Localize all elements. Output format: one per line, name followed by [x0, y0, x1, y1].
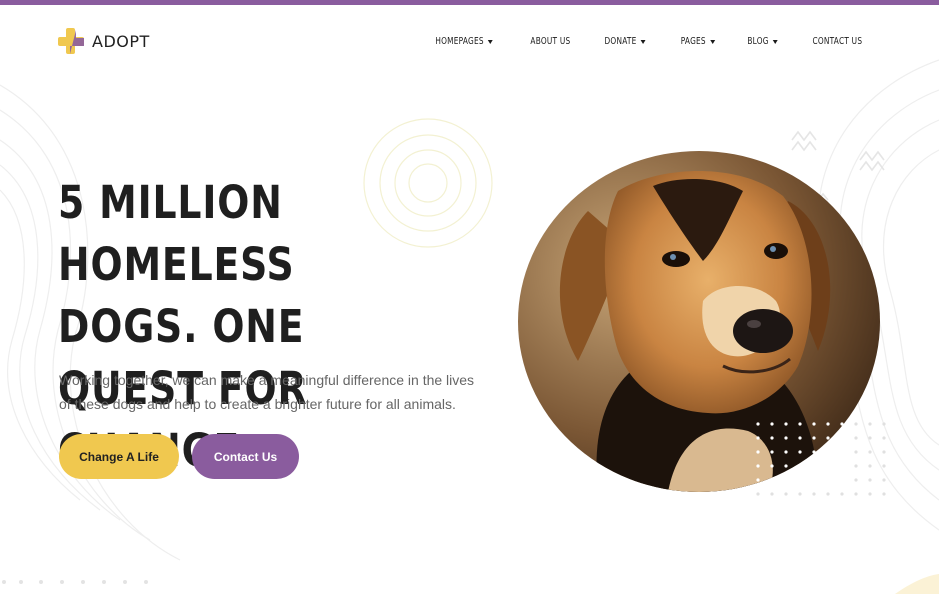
chevron-down-icon: [709, 39, 715, 44]
grid-dot: [756, 492, 760, 496]
hero-subtitle: Working together, we can make a meaningf…: [59, 372, 475, 412]
grid-dot: [854, 478, 858, 482]
grid-dot: [770, 492, 774, 496]
decorative-dot-grid: [756, 422, 886, 496]
grid-dot: [826, 436, 830, 440]
nav-item-about-us[interactable]: ABOUT US: [530, 36, 570, 47]
hero-title-line-1: 5 MILLION HOMELESS: [58, 176, 295, 291]
grid-dot: [784, 422, 788, 426]
grid-dot: [882, 478, 886, 482]
grid-dot: [882, 422, 886, 426]
grid-dot: [882, 492, 886, 496]
grid-dot: [826, 492, 830, 496]
grid-dot: [840, 478, 844, 482]
grid-dot: [756, 422, 760, 426]
chevron-down-icon: [488, 39, 494, 44]
nav-item-contact-us[interactable]: CONTACT US: [813, 36, 863, 47]
grid-dot: [868, 436, 872, 440]
grid-dot: [882, 464, 886, 468]
grid-dot: [826, 422, 830, 426]
grid-dot: [854, 436, 858, 440]
brand-name: ADOPT: [92, 32, 150, 51]
grid-dot: [826, 464, 830, 468]
nav-item-label: CONTACT US: [812, 36, 863, 47]
nav-item-label: ABOUT US: [529, 36, 571, 47]
grid-dot: [812, 436, 816, 440]
logo-cross-icon: [58, 28, 84, 54]
nav-item-label: BLOG: [747, 36, 769, 47]
grid-dot: [770, 422, 774, 426]
grid-dot: [812, 478, 816, 482]
grid-dot: [840, 436, 844, 440]
grid-dot: [812, 422, 816, 426]
brand-logo[interactable]: ADOPT: [58, 28, 150, 55]
nav-item-label: DONATE: [604, 36, 638, 47]
grid-dot: [784, 450, 788, 454]
grid-dot: [868, 422, 872, 426]
grid-dot: [756, 450, 760, 454]
grid-dot: [840, 450, 844, 454]
grid-dot: [798, 492, 802, 496]
chevron-down-icon: [773, 39, 778, 44]
grid-dot: [868, 492, 872, 496]
grid-dot: [882, 450, 886, 454]
grid-dot: [854, 450, 858, 454]
grid-dot: [798, 450, 802, 454]
grid-dot: [770, 436, 774, 440]
grid-dot: [840, 492, 844, 496]
grid-dot: [770, 450, 774, 454]
grid-dot: [854, 422, 858, 426]
nav-item-pages[interactable]: PAGES: [680, 36, 715, 47]
grid-dot: [798, 478, 802, 482]
grid-dot: [854, 464, 858, 468]
nav-item-donate[interactable]: DONATE: [604, 36, 647, 47]
grid-dot: [854, 492, 858, 496]
grid-dot: [784, 492, 788, 496]
chevron-down-icon: [641, 39, 647, 44]
grid-dot: [770, 478, 774, 482]
nav-item-label: HOMEPAGES: [435, 36, 485, 47]
grid-dot: [826, 450, 830, 454]
grid-dot: [756, 436, 760, 440]
grid-dot: [868, 464, 872, 468]
main-nav: HOMEPAGES ABOUT US DONATE PAGES BLOG CON…: [429, 36, 868, 47]
contact-us-button[interactable]: Contact Us: [192, 434, 299, 479]
grid-dot: [770, 464, 774, 468]
grid-dot: [798, 422, 802, 426]
grid-dot: [840, 422, 844, 426]
grid-dot: [784, 436, 788, 440]
grid-dot: [812, 464, 816, 468]
grid-dot: [882, 436, 886, 440]
grid-dot: [812, 492, 816, 496]
grid-dot: [756, 464, 760, 468]
change-a-life-button[interactable]: Change A Life: [59, 434, 179, 479]
grid-dot: [812, 450, 816, 454]
grid-dot: [798, 436, 802, 440]
nav-item-blog[interactable]: BLOG: [748, 36, 778, 47]
grid-dot: [798, 464, 802, 468]
grid-dot: [756, 478, 760, 482]
nav-item-label: PAGES: [680, 36, 706, 47]
grid-dot: [784, 464, 788, 468]
grid-dot: [826, 478, 830, 482]
grid-dot: [868, 478, 872, 482]
grid-dot: [784, 478, 788, 482]
grid-dot: [840, 464, 844, 468]
grid-dot: [868, 450, 872, 454]
nav-item-homepages[interactable]: HOMEPAGES: [436, 36, 494, 47]
decorative-dots: [2, 580, 148, 584]
